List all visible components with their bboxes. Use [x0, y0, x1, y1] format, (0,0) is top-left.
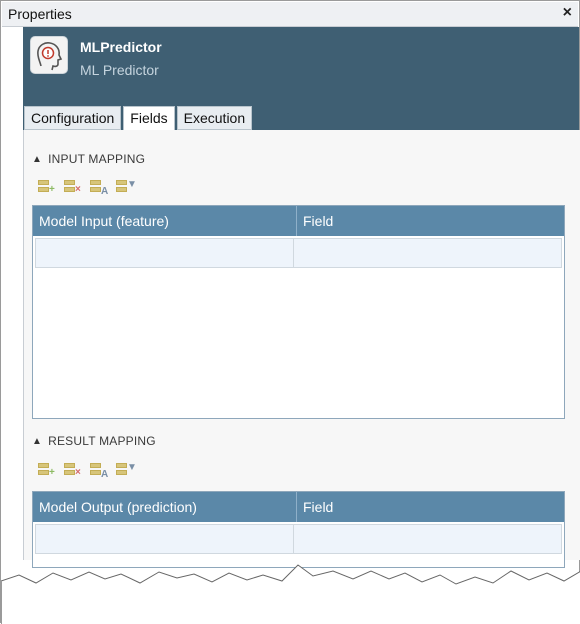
- add-row-icon[interactable]: +: [38, 179, 56, 197]
- field-cell[interactable]: [294, 525, 561, 553]
- input-mapping-heading: INPUT MAPPING: [48, 152, 146, 166]
- column-header-model-output[interactable]: Model Output (prediction): [33, 492, 297, 522]
- panel-title: Properties: [8, 6, 72, 22]
- auto-map-icon[interactable]: A: [90, 462, 108, 480]
- tab-configuration[interactable]: Configuration: [24, 106, 122, 130]
- grid-header: Model Output (prediction) Field: [33, 492, 564, 522]
- grid-header: Model Input (feature) Field: [33, 206, 564, 236]
- properties-panel: Properties × MLPredictor ML Predictor Co…: [0, 0, 580, 624]
- table-row[interactable]: [35, 524, 562, 554]
- panel-titlebar: Properties ×: [2, 2, 578, 27]
- more-options-icon[interactable]: ▼: [116, 179, 137, 197]
- fields-tab-content: ▲ INPUT MAPPING + × A ▼ Model Input (feat…: [23, 130, 580, 568]
- input-mapping-toolbar: + × A ▼: [38, 179, 137, 197]
- node-title: MLPredictor: [80, 39, 162, 55]
- input-mapping-grid: Model Input (feature) Field: [32, 205, 565, 419]
- column-header-field[interactable]: Field: [297, 492, 564, 522]
- delete-row-icon[interactable]: ×: [64, 179, 82, 197]
- result-mapping-toolbar: + × A ▼: [38, 462, 137, 480]
- tab-fields[interactable]: Fields: [123, 106, 175, 131]
- delete-row-icon[interactable]: ×: [64, 462, 82, 480]
- torn-edge: [1, 564, 580, 624]
- head-predictor-icon: [30, 36, 68, 74]
- auto-map-icon[interactable]: A: [90, 179, 108, 197]
- tab-execution[interactable]: Execution: [176, 106, 253, 130]
- chevron-up-icon: ▲: [32, 436, 43, 447]
- field-cell[interactable]: [294, 239, 561, 267]
- close-icon[interactable]: ×: [563, 4, 572, 22]
- more-options-icon[interactable]: ▼: [116, 462, 137, 480]
- table-row[interactable]: [35, 238, 562, 268]
- result-mapping-header[interactable]: ▲ RESULT MAPPING: [32, 434, 156, 448]
- column-header-field[interactable]: Field: [297, 206, 564, 236]
- model-output-cell[interactable]: [36, 525, 294, 553]
- add-row-icon[interactable]: +: [38, 462, 56, 480]
- result-mapping-heading: RESULT MAPPING: [48, 434, 156, 448]
- tab-bar: Configuration Fields Execution: [24, 106, 254, 131]
- column-header-model-input[interactable]: Model Input (feature): [33, 206, 297, 236]
- model-input-cell[interactable]: [36, 239, 294, 267]
- chevron-up-icon: ▲: [32, 154, 43, 165]
- input-mapping-header[interactable]: ▲ INPUT MAPPING: [32, 152, 145, 166]
- node-subtitle: ML Predictor: [80, 62, 159, 78]
